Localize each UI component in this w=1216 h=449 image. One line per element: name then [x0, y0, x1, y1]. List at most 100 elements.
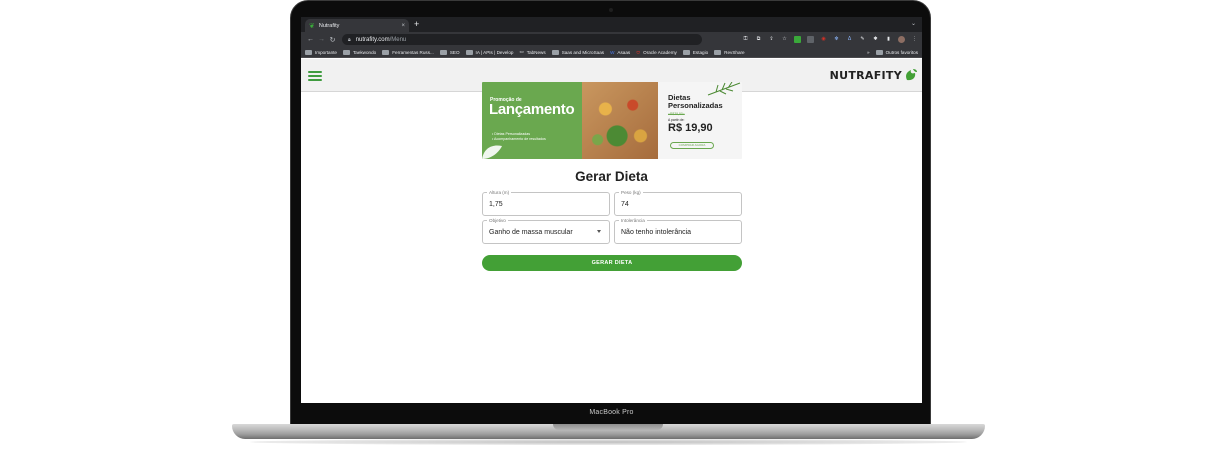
bookmark-label: Oracle Academy [643, 49, 677, 55]
dropdown-arrow-icon [597, 230, 601, 233]
bookmark-item[interactable]: IA | APIs | Develop [465, 49, 514, 55]
bookmarks-right: » Outros favoritos [867, 49, 918, 55]
extension-a-icon[interactable]: Δ [846, 36, 853, 43]
weight-value: 74 [621, 201, 629, 208]
folder-icon [875, 49, 883, 55]
asaas-icon: W [610, 49, 615, 55]
key-icon[interactable]: ⚿ [742, 36, 749, 43]
address-bar: ← → ↻ 🔒︎ nutrafity.com/Menu ⚿ ⧉ ⇪ ☆ ◉ ✻ … [301, 32, 922, 47]
height-value: 1,75 [489, 201, 503, 208]
extension-dark-icon[interactable] [807, 36, 814, 43]
bookmark-item[interactable]: SEO [439, 49, 460, 55]
height-field[interactable]: Altura (m) 1,75 [482, 190, 610, 216]
folder-icon [439, 49, 447, 55]
bookmarks-overflow-button[interactable]: » [867, 50, 870, 55]
close-icon[interactable]: × [401, 23, 405, 29]
bookmark-item[interactable]: Saas and MicroSaas [551, 49, 605, 55]
oracle-icon: ⬭ [636, 49, 641, 55]
page-title: Gerar Dieta [575, 169, 648, 184]
weight-field[interactable]: Peso (kg) 74 [614, 190, 742, 216]
tab-title: Nutrafity [318, 22, 340, 29]
goal-value: Ganho de massa muscular [489, 229, 573, 236]
url-host: nutrafity.com [355, 36, 390, 43]
bookmark-label: SEO [449, 49, 460, 55]
bookmark-item[interactable]: RevShare [714, 49, 745, 55]
sidebar-icon[interactable]: ▮ [885, 36, 892, 43]
translate-icon[interactable]: ⧉ [755, 36, 762, 43]
screen: ❦ Nutrafity × + ⌄ ← → ↻ 🔒︎ nutrafity.com… [301, 17, 922, 403]
bookmark-label: Saas and MicroSaas [561, 49, 605, 55]
bookmark-item[interactable]: Importante [305, 49, 337, 55]
tab-bar: ❦ Nutrafity × + ⌄ [301, 17, 922, 32]
promo-banner[interactable]: Promoção de Lançamento • Dietas Personal… [482, 82, 742, 159]
more-vert-icon[interactable]: ⋮ [911, 36, 918, 43]
logo: NUTRAFITY [830, 68, 918, 82]
bookmark-item[interactable]: Taekwondo [342, 49, 377, 55]
bookmark-item[interactable]: Ferramentas Russ... [382, 49, 434, 55]
bookmark-item[interactable]: W Asaas [610, 50, 630, 55]
base-notch [553, 424, 663, 430]
camera [609, 8, 613, 12]
forward-icon[interactable]: → [316, 36, 327, 43]
banner-buy-button[interactable]: COMPRAR AGORA [670, 142, 714, 149]
bookmark-label: TabNews [526, 49, 546, 55]
tab-search-button[interactable]: ⌄ [911, 20, 916, 27]
device-label: MacBook Pro [589, 409, 634, 416]
url-input[interactable]: 🔒︎ nutrafity.com/Menu [342, 34, 702, 45]
bookmark-label: Importante [315, 49, 337, 55]
bookmark-label: Taekwondo [352, 49, 377, 55]
bookmark-label: RevShare [724, 49, 745, 55]
folder-icon [342, 49, 350, 55]
tabnews-icon: ▭ [519, 49, 524, 54]
bookmarks-bar: Importante Taekwondo Ferramentas Russ...… [301, 47, 922, 58]
banner-left-panel: Promoção de Lançamento • Dietas Personal… [482, 82, 590, 159]
new-tab-button[interactable]: + [414, 19, 419, 30]
extension-snowflake-icon[interactable]: ✻ [833, 36, 840, 43]
intolerance-field[interactable]: Intolerância Não tenho intolerância [614, 218, 742, 244]
star-icon[interactable]: ☆ [781, 36, 788, 43]
bookmark-label: Estagio [692, 49, 709, 55]
leaf-logo-icon [906, 69, 917, 81]
share-icon[interactable]: ⇪ [768, 36, 775, 43]
monstera-leaf-icon [482, 145, 502, 159]
folder-icon [682, 49, 690, 55]
leaf-icon: ❦ [309, 22, 315, 30]
intolerance-value: Não tenho intolerância [621, 229, 692, 236]
other-bookmarks-label: Outros favoritos [885, 49, 918, 55]
avatar[interactable] [898, 36, 905, 43]
bookmark-label: IA | APIs | Develop [475, 49, 514, 55]
banner-dietas-line: Personalizadas [668, 101, 723, 110]
intolerance-label: Intolerância [619, 218, 647, 223]
bookmark-label: Asaas [617, 49, 631, 55]
back-icon[interactable]: ← [305, 36, 316, 43]
banner-launch-text: Lançamento [489, 101, 575, 118]
laptop-base [232, 424, 985, 439]
browser-tab[interactable]: ❦ Nutrafity × [305, 19, 409, 32]
extension-green-icon[interactable] [794, 36, 801, 43]
banner-price: R$ 19,90 [668, 122, 713, 134]
lock-icon: 🔒︎ [348, 36, 351, 43]
pen-icon[interactable]: ✎ [859, 36, 866, 43]
other-bookmarks[interactable]: Outros favoritos [875, 49, 918, 55]
folder-icon [305, 49, 312, 55]
bookmark-item[interactable]: ⬭ Oracle Academy [636, 50, 677, 55]
bookmark-item[interactable]: Estagio [682, 49, 709, 55]
web-page: NUTRAFITY Promoção de Lançamento • Dieta… [301, 59, 922, 403]
food-image [582, 82, 660, 159]
laptop-lid: ❦ Nutrafity × + ⌄ ← → ↻ 🔒︎ nutrafity.com… [290, 0, 931, 428]
logo-text: NUTRAFITY [829, 68, 902, 82]
reload-icon[interactable]: ↻ [327, 36, 338, 44]
puzzle-icon[interactable]: ✱ [872, 36, 879, 43]
goal-select[interactable]: Objetivo Ganho de massa muscular [482, 218, 610, 244]
goal-label: Objetivo [487, 218, 508, 223]
banner-dietas-title: Dietas Personalizadas [668, 94, 723, 110]
generate-diet-button[interactable]: GERAR DIETA [482, 255, 742, 271]
weight-label: Peso (kg) [619, 190, 643, 195]
bookmark-item[interactable]: ▭ TabNews [519, 49, 545, 55]
folder-icon [551, 49, 559, 55]
menu-icon[interactable] [308, 71, 322, 81]
folder-icon [714, 49, 722, 55]
extension-red-icon[interactable]: ◉ [820, 36, 827, 43]
laptop-shadow [250, 439, 967, 445]
extension-icons: ⚿ ⧉ ⇪ ☆ ◉ ✻ Δ ✎ ✱ ▮ ⋮ [742, 36, 918, 43]
